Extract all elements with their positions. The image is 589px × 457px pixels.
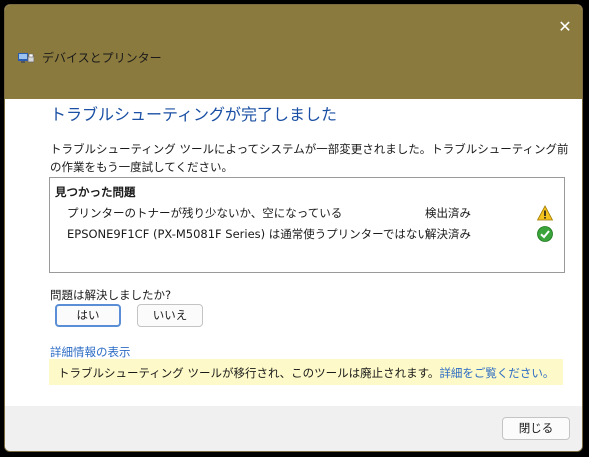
page-title: トラブルシューティングが完了しました xyxy=(50,105,338,124)
description-text: トラブルシューティング ツールによってシステムが一部変更されました。トラブルシュ… xyxy=(50,142,569,174)
problem-row: プリンターのトナーが残り少ないか、空になっている 検出済み xyxy=(50,203,564,223)
problem-text: プリンターのトナーが残り少ないか、空になっている xyxy=(67,206,343,220)
yes-button[interactable]: はい xyxy=(55,304,121,327)
learn-more-link[interactable]: 詳細をご覧ください。 xyxy=(439,366,554,380)
notice-text: トラブルシューティング ツールが移行され、このツールは廃止されます。 xyxy=(58,366,440,380)
problem-row: EPSONE9F1CF (PX-M5081F Series) は通常使うプリンタ… xyxy=(50,224,564,244)
problems-found-panel: 見つかった問題 プリンターのトナーが残り少ないか、空になっている 検出済み EP… xyxy=(49,177,565,273)
warning-icon xyxy=(537,205,553,221)
view-details-link[interactable]: 詳細情報の表示 xyxy=(50,344,131,360)
no-button[interactable]: いいえ xyxy=(137,304,203,327)
resolved-question: 問題は解決しましたか? xyxy=(50,288,172,302)
close-button[interactable]: 閉じる xyxy=(502,417,570,440)
troubleshooter-window: ✕ デバイスとプリンター トラブルシューティングが完了しました トラブルシューテ… xyxy=(4,4,583,452)
problem-text: EPSONE9F1CF (PX-M5081F Series) は通常使うプリンタ… xyxy=(67,227,429,241)
footer-bar: 閉じる xyxy=(5,406,582,451)
problems-heading: 見つかった問題 xyxy=(55,185,136,199)
title-bar: ✕ デバイスとプリンター xyxy=(5,5,582,99)
deprecation-notice: トラブルシューティング ツールが移行され、このツールは廃止されます。詳細をご覧く… xyxy=(49,359,563,385)
notice-text-container: トラブルシューティング ツールが移行され、このツールは廃止されます。詳細をご覧く… xyxy=(58,365,554,381)
devices-printers-icon xyxy=(18,53,34,63)
problem-status: 検出済み xyxy=(425,206,471,220)
check-icon xyxy=(537,226,553,242)
window-title: デバイスとプリンター xyxy=(42,51,162,65)
problem-status: 解決済み xyxy=(425,227,471,241)
close-icon[interactable]: ✕ xyxy=(553,15,577,39)
